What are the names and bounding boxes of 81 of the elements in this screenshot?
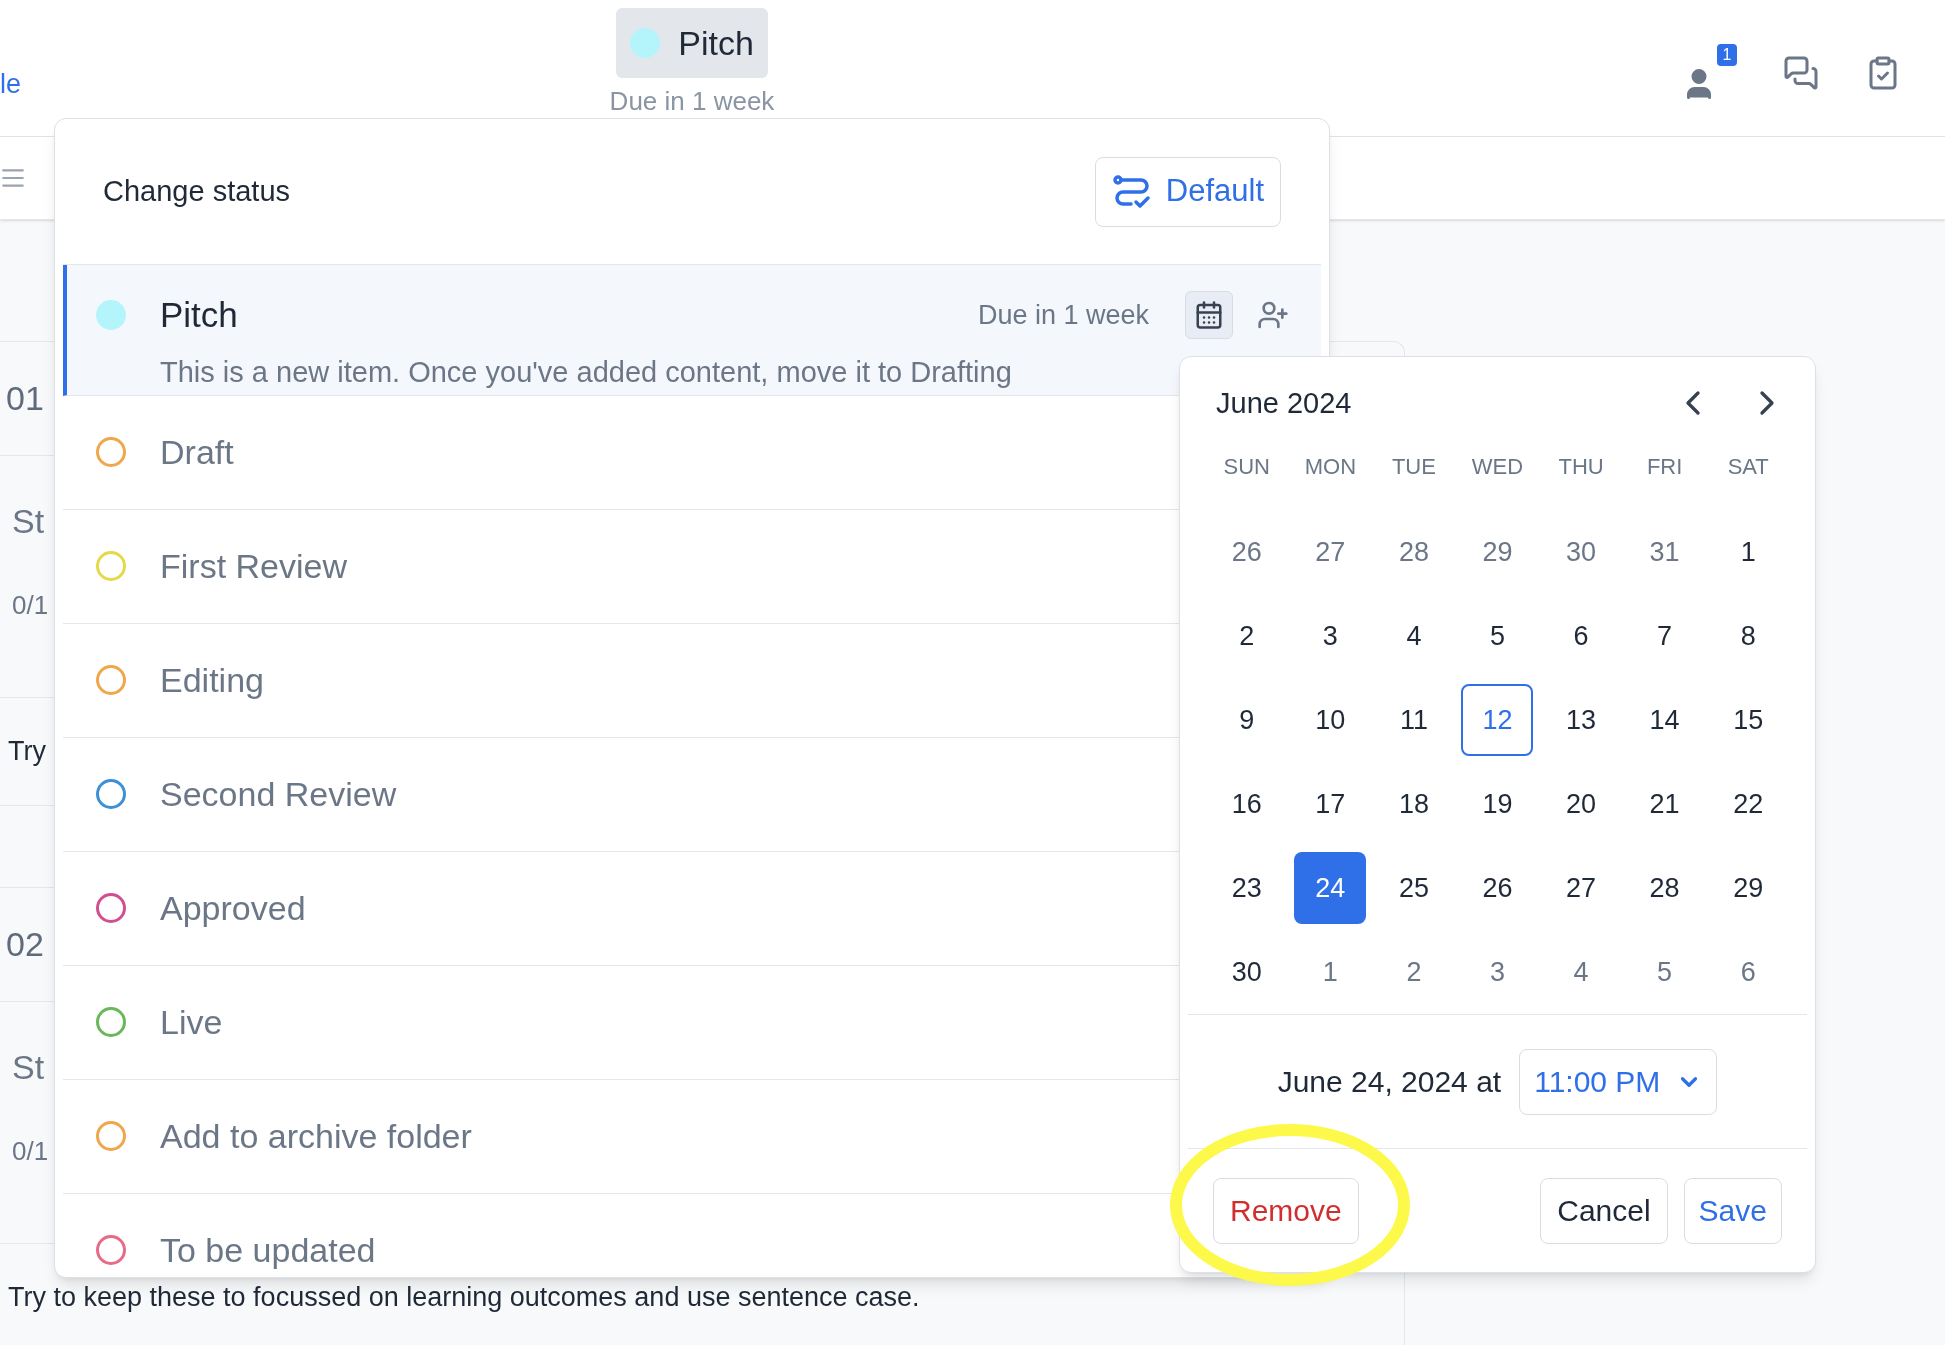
calendar-day[interactable]: 29 xyxy=(1712,852,1785,924)
calendar-day[interactable]: 13 xyxy=(1545,684,1618,756)
calendar-icon[interactable] xyxy=(1185,291,1233,339)
calendar-day[interactable]: 27 xyxy=(1545,852,1618,924)
calendar-day[interactable]: 29 xyxy=(1461,516,1534,588)
calendar-day[interactable]: 19 xyxy=(1461,768,1534,840)
calendar-day[interactable]: 26 xyxy=(1210,516,1283,588)
status-chip[interactable]: Pitch xyxy=(616,8,768,78)
item-count: 0/1 xyxy=(12,592,49,618)
calendar-day[interactable]: 6 xyxy=(1545,600,1618,672)
calendar-day[interactable]: 2 xyxy=(1377,936,1450,1008)
hint-text: Try to keep these to focussed on learning outcomes and use sentence case. xyxy=(8,1281,920,1315)
swap-icon xyxy=(1111,173,1152,210)
calendar-day[interactable]: 30 xyxy=(1210,936,1283,1008)
calendar-day[interactable]: 6 xyxy=(1712,936,1785,1008)
calendar-day[interactable]: 22 xyxy=(1712,768,1785,840)
calendar-day[interactable]: 5 xyxy=(1461,600,1534,672)
people-button[interactable]: 1 xyxy=(1681,44,1737,102)
calendar-day[interactable]: 1 xyxy=(1712,516,1785,588)
link[interactable]: le xyxy=(0,63,21,104)
calendar-day[interactable]: 18 xyxy=(1377,768,1450,840)
calendar-day[interactable]: 4 xyxy=(1545,936,1618,1008)
calendar-day[interactable]: 14 xyxy=(1628,684,1701,756)
calendar-day[interactable]: 7 xyxy=(1628,600,1701,672)
calendar-day[interactable]: 17 xyxy=(1294,768,1367,840)
status-option[interactable]: Draft xyxy=(63,395,1179,510)
calendar-day[interactable]: 15 xyxy=(1712,684,1785,756)
calendar-day[interactable]: 11 xyxy=(1377,684,1450,756)
cancel-button[interactable]: Cancel xyxy=(1540,1177,1668,1244)
calendar-day[interactable]: 4 xyxy=(1377,600,1450,672)
status-option[interactable]: Editing xyxy=(63,623,1179,738)
status-option[interactable]: First Review xyxy=(63,509,1179,624)
calendar-day[interactable]: 28 xyxy=(1628,852,1701,924)
calendar-day[interactable]: 3 xyxy=(1294,600,1367,672)
calendar-day[interactable]: 21 xyxy=(1628,768,1701,840)
calendar-day[interactable]: 5 xyxy=(1628,936,1701,1008)
weekday-label: FRI xyxy=(1645,453,1684,481)
calendar-day[interactable]: 26 xyxy=(1461,852,1534,924)
status-option[interactable]: Add to archive folder xyxy=(63,1079,1179,1194)
calendar-day[interactable]: 20 xyxy=(1545,768,1618,840)
weekday-label: TUE xyxy=(1390,453,1437,481)
remove-button[interactable]: Remove xyxy=(1213,1177,1359,1244)
calendar-day[interactable]: 9 xyxy=(1210,684,1283,756)
calendar-day[interactable]: 16 xyxy=(1210,768,1283,840)
time-dropdown[interactable]: 11:00 PM xyxy=(1519,1048,1718,1115)
notification-badge: 1 xyxy=(1717,44,1737,66)
item-count: 0/1 xyxy=(12,1138,49,1164)
calendar-day[interactable]: 25 xyxy=(1377,852,1450,924)
status-description: This is a new item. Once you've added content, move it to Drafting xyxy=(160,355,1013,390)
comments-icon[interactable] xyxy=(1783,55,1819,91)
calendar-day[interactable]: 1 xyxy=(1294,936,1367,1008)
save-button[interactable]: Save xyxy=(1683,1177,1782,1244)
calendar-day[interactable]: 2 xyxy=(1210,600,1283,672)
popover-title: Change status xyxy=(103,173,290,209)
due-text: Due in 1 week xyxy=(977,298,1149,332)
calendar-day[interactable]: 12 xyxy=(1461,684,1534,756)
calendar-day[interactable]: 23 xyxy=(1210,852,1283,924)
calendar-day[interactable]: 30 xyxy=(1545,516,1618,588)
calendar-day[interactable]: 24 xyxy=(1294,852,1367,924)
calendar-day[interactable]: 8 xyxy=(1712,600,1785,672)
status-option[interactable]: Approved xyxy=(63,851,1179,966)
status-option[interactable]: Second Review xyxy=(63,737,1179,852)
weekday-label: WED xyxy=(1470,453,1525,481)
selected-date-text: June 24, 2024 at xyxy=(1277,1064,1502,1100)
weekday-label: THU xyxy=(1557,453,1605,481)
weekday-label: SUN xyxy=(1222,453,1271,481)
calendar-day[interactable]: 28 xyxy=(1377,516,1450,588)
item-title: St xyxy=(12,1050,45,1084)
due-text: Due in 1 week xyxy=(609,85,775,118)
calendar-day[interactable]: 27 xyxy=(1294,516,1367,588)
weekday-label: MON xyxy=(1303,453,1357,481)
hint-text: Try xyxy=(8,735,46,769)
status-option[interactable]: Live xyxy=(63,965,1179,1080)
row-number: 02 xyxy=(6,924,44,965)
calendar-day[interactable]: 10 xyxy=(1294,684,1367,756)
default-button[interactable]: Default xyxy=(1094,156,1281,227)
item-title: St xyxy=(12,504,45,538)
weekday-label: SAT xyxy=(1726,453,1770,481)
row-number: 01 xyxy=(6,378,44,419)
calendar-day[interactable]: 31 xyxy=(1628,516,1701,588)
calendar-day[interactable]: 3 xyxy=(1461,936,1534,1008)
